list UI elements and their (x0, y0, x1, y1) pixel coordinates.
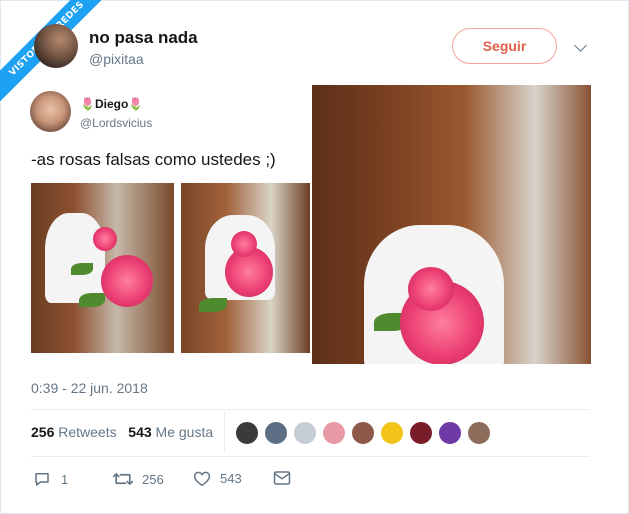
quoted-handle[interactable]: @Lordsvicius (80, 116, 152, 130)
tweet-photo-2[interactable] (181, 183, 310, 353)
liker-avatar[interactable] (409, 421, 433, 445)
liker-avatar[interactable] (322, 421, 346, 445)
liker-avatar[interactable] (380, 421, 404, 445)
tweet-photo-3[interactable] (312, 85, 591, 364)
liker-avatar[interactable] (264, 421, 288, 445)
like-count: 543 (220, 471, 242, 486)
retweets-stat[interactable]: 256 Retweets (31, 424, 117, 440)
divider (31, 456, 590, 457)
retweet-button[interactable]: 256 (112, 470, 164, 488)
liker-avatar[interactable] (235, 421, 259, 445)
quoted-name[interactable]: 🌷Diego🌷 (80, 97, 143, 111)
divider (31, 409, 590, 410)
retweet-icon (112, 470, 134, 488)
follow-button[interactable]: Seguir (452, 28, 557, 64)
tweet-timestamp[interactable]: 0:39 - 22 jun. 2018 (31, 380, 148, 396)
liker-avatar[interactable] (438, 421, 462, 445)
tweet-text: ‐as rosas falsas como ustedes ;) (31, 150, 276, 169)
quoted-avatar[interactable] (30, 91, 71, 132)
like-button[interactable]: 543 (193, 470, 242, 487)
reply-icon (33, 470, 51, 488)
tweet-photo-1[interactable] (31, 183, 174, 353)
engagement-stats: 256 Retweets 543 Me gusta (31, 424, 213, 440)
reply-button[interactable]: 1 (33, 470, 68, 488)
heart-icon (193, 470, 211, 487)
author-handle[interactable]: @pixitaa (89, 51, 144, 67)
likes-stat[interactable]: 543 Me gusta (128, 424, 213, 440)
author-avatar[interactable] (34, 24, 78, 68)
retweet-count: 256 (142, 471, 164, 487)
stats-separator (224, 411, 225, 453)
author-name[interactable]: no pasa nada (89, 28, 198, 48)
reply-count: 1 (61, 471, 69, 487)
liker-avatar[interactable] (351, 421, 375, 445)
message-button[interactable] (273, 470, 291, 486)
liker-avatar[interactable] (467, 421, 491, 445)
mail-icon (273, 470, 291, 486)
liker-avatar[interactable] (293, 421, 317, 445)
